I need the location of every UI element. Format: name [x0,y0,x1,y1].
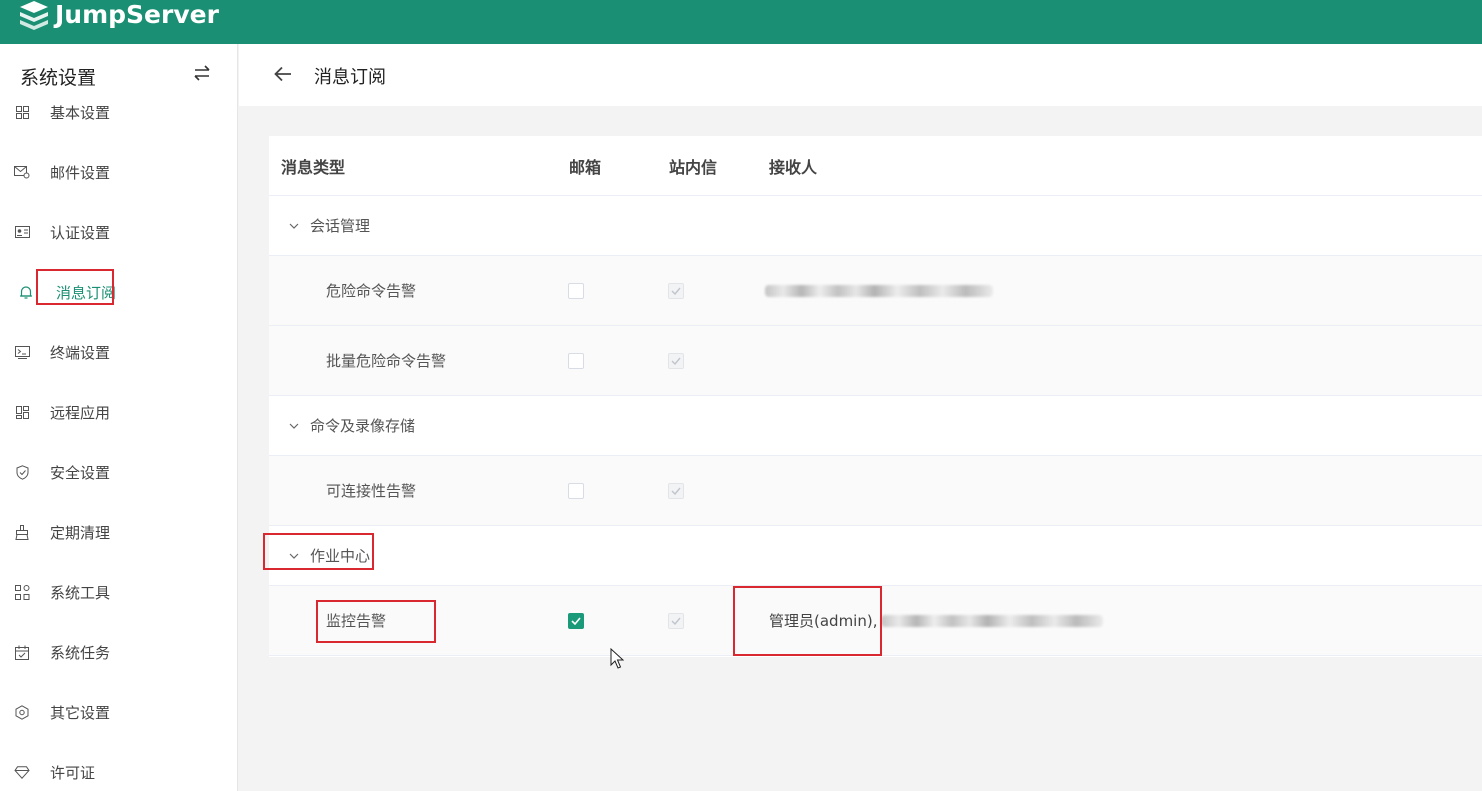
diamond-icon [14,764,30,780]
sidebar-item-system-tools[interactable]: 系统工具 [0,577,237,607]
group-row-job-center[interactable]: 作业中心 [269,526,1482,586]
calendar-icon [14,644,30,660]
sidebar-item-label: 邮件设置 [50,163,111,182]
mail-settings-icon [14,164,30,180]
site-message-checkbox [668,282,684,299]
id-card-icon [14,224,30,240]
sidebar-item-label: 基本设置 [50,103,111,122]
message-type-label: 批量危险命令告警 [326,352,447,370]
sidebar: 系统设置 基本设置 邮件设置 认证设置 消息订阅 终端设置 远程应用 安全设置 … [0,44,238,791]
group-label: 命令及录像存储 [310,417,416,435]
table-row: 可连接性告警 [269,456,1482,526]
swap-icon[interactable] [192,63,212,83]
jumpserver-logo-icon [20,1,48,30]
email-checkbox[interactable] [568,482,584,499]
sidebar-item-remote-apps[interactable]: 远程应用 [0,397,237,427]
header-email: 邮箱 [569,157,602,177]
chevron-down-icon[interactable] [287,419,301,433]
receivers-blurred[interactable] [765,284,993,297]
sidebar-item-license[interactable]: 许可证 [0,757,237,787]
header-message-type: 消息类型 [281,157,346,177]
receivers-blurred[interactable] [881,614,1104,627]
page-title: 消息订阅 [314,67,386,88]
table-row: 监控告警 管理员(admin), [269,586,1482,656]
sidebar-item-message-subscription[interactable]: 消息订阅 [0,277,237,307]
terminal-icon [14,344,30,360]
sidebar-item-label: 许可证 [50,763,96,782]
group-row-session[interactable]: 会话管理 [269,196,1482,256]
apps-icon [14,404,30,420]
email-checkbox[interactable] [568,612,584,629]
shield-icon [14,464,30,480]
group-row-storage[interactable]: 命令及录像存储 [269,396,1482,456]
site-message-checkbox [668,482,684,499]
sidebar-item-auth[interactable]: 认证设置 [0,217,237,247]
sidebar-item-label: 安全设置 [50,463,111,482]
hex-settings-icon [14,704,30,720]
header-site-message: 站内信 [669,157,718,177]
broom-icon [14,524,30,540]
message-type-label: 可连接性告警 [326,482,417,500]
sidebar-item-label: 终端设置 [50,343,111,362]
app-name: JumpServer [55,0,219,29]
tools-icon [14,584,30,600]
sidebar-item-basic[interactable]: 基本设置 [0,97,237,127]
sidebar-item-terminal[interactable]: 终端设置 [0,337,237,367]
sidebar-item-label: 其它设置 [50,703,111,722]
table-row: 危险命令告警 [269,256,1482,326]
sidebar-item-label: 系统任务 [50,643,111,662]
email-checkbox[interactable] [568,282,584,299]
group-label: 会话管理 [310,217,371,235]
site-message-checkbox [668,612,684,629]
mouse-cursor-icon [610,648,624,669]
sidebar-title: 系统设置 [20,67,97,89]
site-message-checkbox [668,352,684,369]
grid-icon [14,104,30,120]
sidebar-item-system-tasks[interactable]: 系统任务 [0,637,237,667]
message-type-label: 监控告警 [326,612,387,630]
table-row: 批量危险命令告警 [269,326,1482,396]
sidebar-item-label: 消息订阅 [56,283,117,302]
sidebar-item-other-settings[interactable]: 其它设置 [0,697,237,727]
bell-icon [18,284,34,300]
header-receivers: 接收人 [769,157,818,177]
top-bar: JumpServer [0,0,1482,44]
email-checkbox[interactable] [568,352,584,369]
arrow-left-icon[interactable] [272,64,294,84]
sidebar-item-security[interactable]: 安全设置 [0,457,237,487]
sidebar-item-label: 定期清理 [50,523,111,542]
receivers-text[interactable]: 管理员(admin), [769,610,877,631]
app-logo[interactable]: JumpServer [18,0,219,30]
group-label: 作业中心 [310,547,371,565]
message-type-label: 危险命令告警 [326,282,417,300]
page-header: 消息订阅 [239,44,1482,106]
sidebar-item-email[interactable]: 邮件设置 [0,157,237,187]
chevron-down-icon[interactable] [287,219,301,233]
sidebar-item-cleanup[interactable]: 定期清理 [0,517,237,547]
sidebar-item-label: 认证设置 [50,223,111,242]
sidebar-item-label: 远程应用 [50,403,111,422]
sidebar-item-label: 系统工具 [50,583,111,602]
table-header: 消息类型 邮箱 站内信 接收人 [269,136,1482,196]
chevron-down-icon[interactable] [287,549,301,563]
subscription-table: 消息类型 邮箱 站内信 接收人 会话管理 危险命令告警 批量危险命令告警 命令及… [269,136,1482,657]
